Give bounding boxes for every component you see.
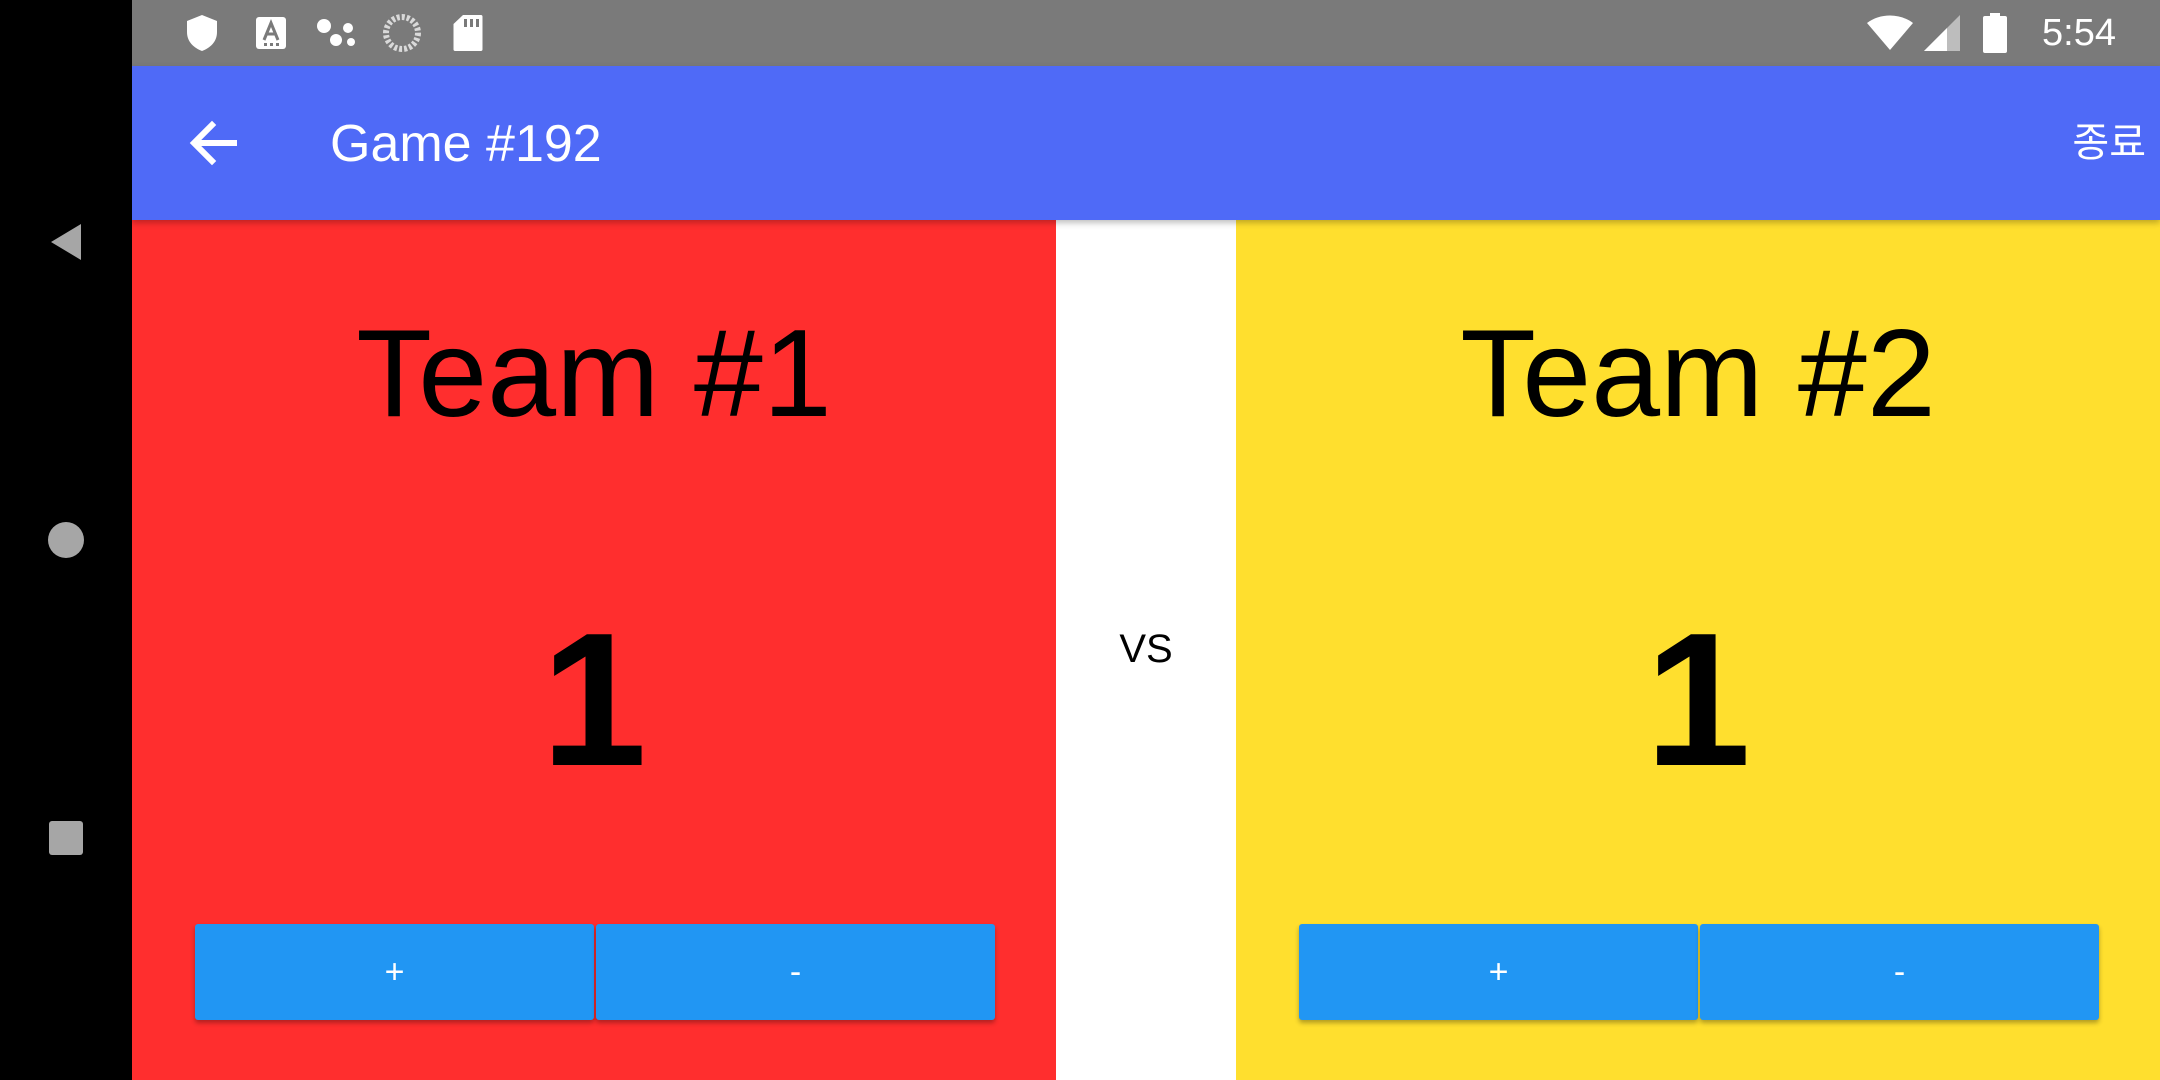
team-1-increment-button[interactable]: + [195, 924, 594, 1020]
app-bar: Game #192 종료 [132, 66, 2160, 220]
system-recents-button[interactable] [0, 778, 132, 898]
team-1-decrement-button[interactable]: - [596, 924, 995, 1020]
wifi-icon [1866, 13, 1914, 53]
back-arrow-icon[interactable] [182, 111, 246, 175]
team-2-increment-button[interactable]: + [1299, 924, 1698, 1020]
vs-divider: VS [1056, 220, 1236, 1080]
vs-label: VS [1119, 627, 1173, 671]
end-game-button[interactable]: 종료 [2072, 118, 2146, 168]
team-2-panel: Team #2 1 + - [1236, 220, 2160, 1080]
back-triangle-icon [51, 224, 81, 260]
system-back-button[interactable] [0, 182, 132, 302]
status-time: 5:54 [2042, 12, 2116, 54]
team-2-name: Team #2 [1460, 305, 1936, 443]
cellular-signal-icon [1922, 13, 1962, 53]
sd-card-icon [450, 13, 486, 53]
dots-icon [314, 13, 358, 53]
loading-ring-icon [380, 13, 424, 53]
keyboard-a-icon [254, 13, 288, 53]
system-navigation-bar [0, 0, 132, 1080]
team-1-panel: Team #1 1 + - [132, 220, 1056, 1080]
team-2-decrement-button[interactable]: - [1700, 924, 2099, 1020]
home-circle-icon [48, 522, 84, 558]
team-2-controls: + - [1298, 924, 2100, 1020]
system-home-button[interactable] [0, 480, 132, 600]
scoreboard: Team #1 1 + - VS Team #2 1 + - [132, 220, 2160, 1080]
team-2-score: 1 [1645, 594, 1751, 806]
status-bar: 5:54 [132, 0, 2160, 66]
team-1-name: Team #1 [356, 305, 832, 443]
battery-icon [1982, 13, 2008, 53]
shield-icon [184, 13, 220, 53]
team-1-controls: + - [194, 924, 996, 1020]
page-title: Game #192 [330, 115, 602, 173]
recents-square-icon [49, 821, 83, 855]
team-1-score: 1 [541, 594, 647, 806]
